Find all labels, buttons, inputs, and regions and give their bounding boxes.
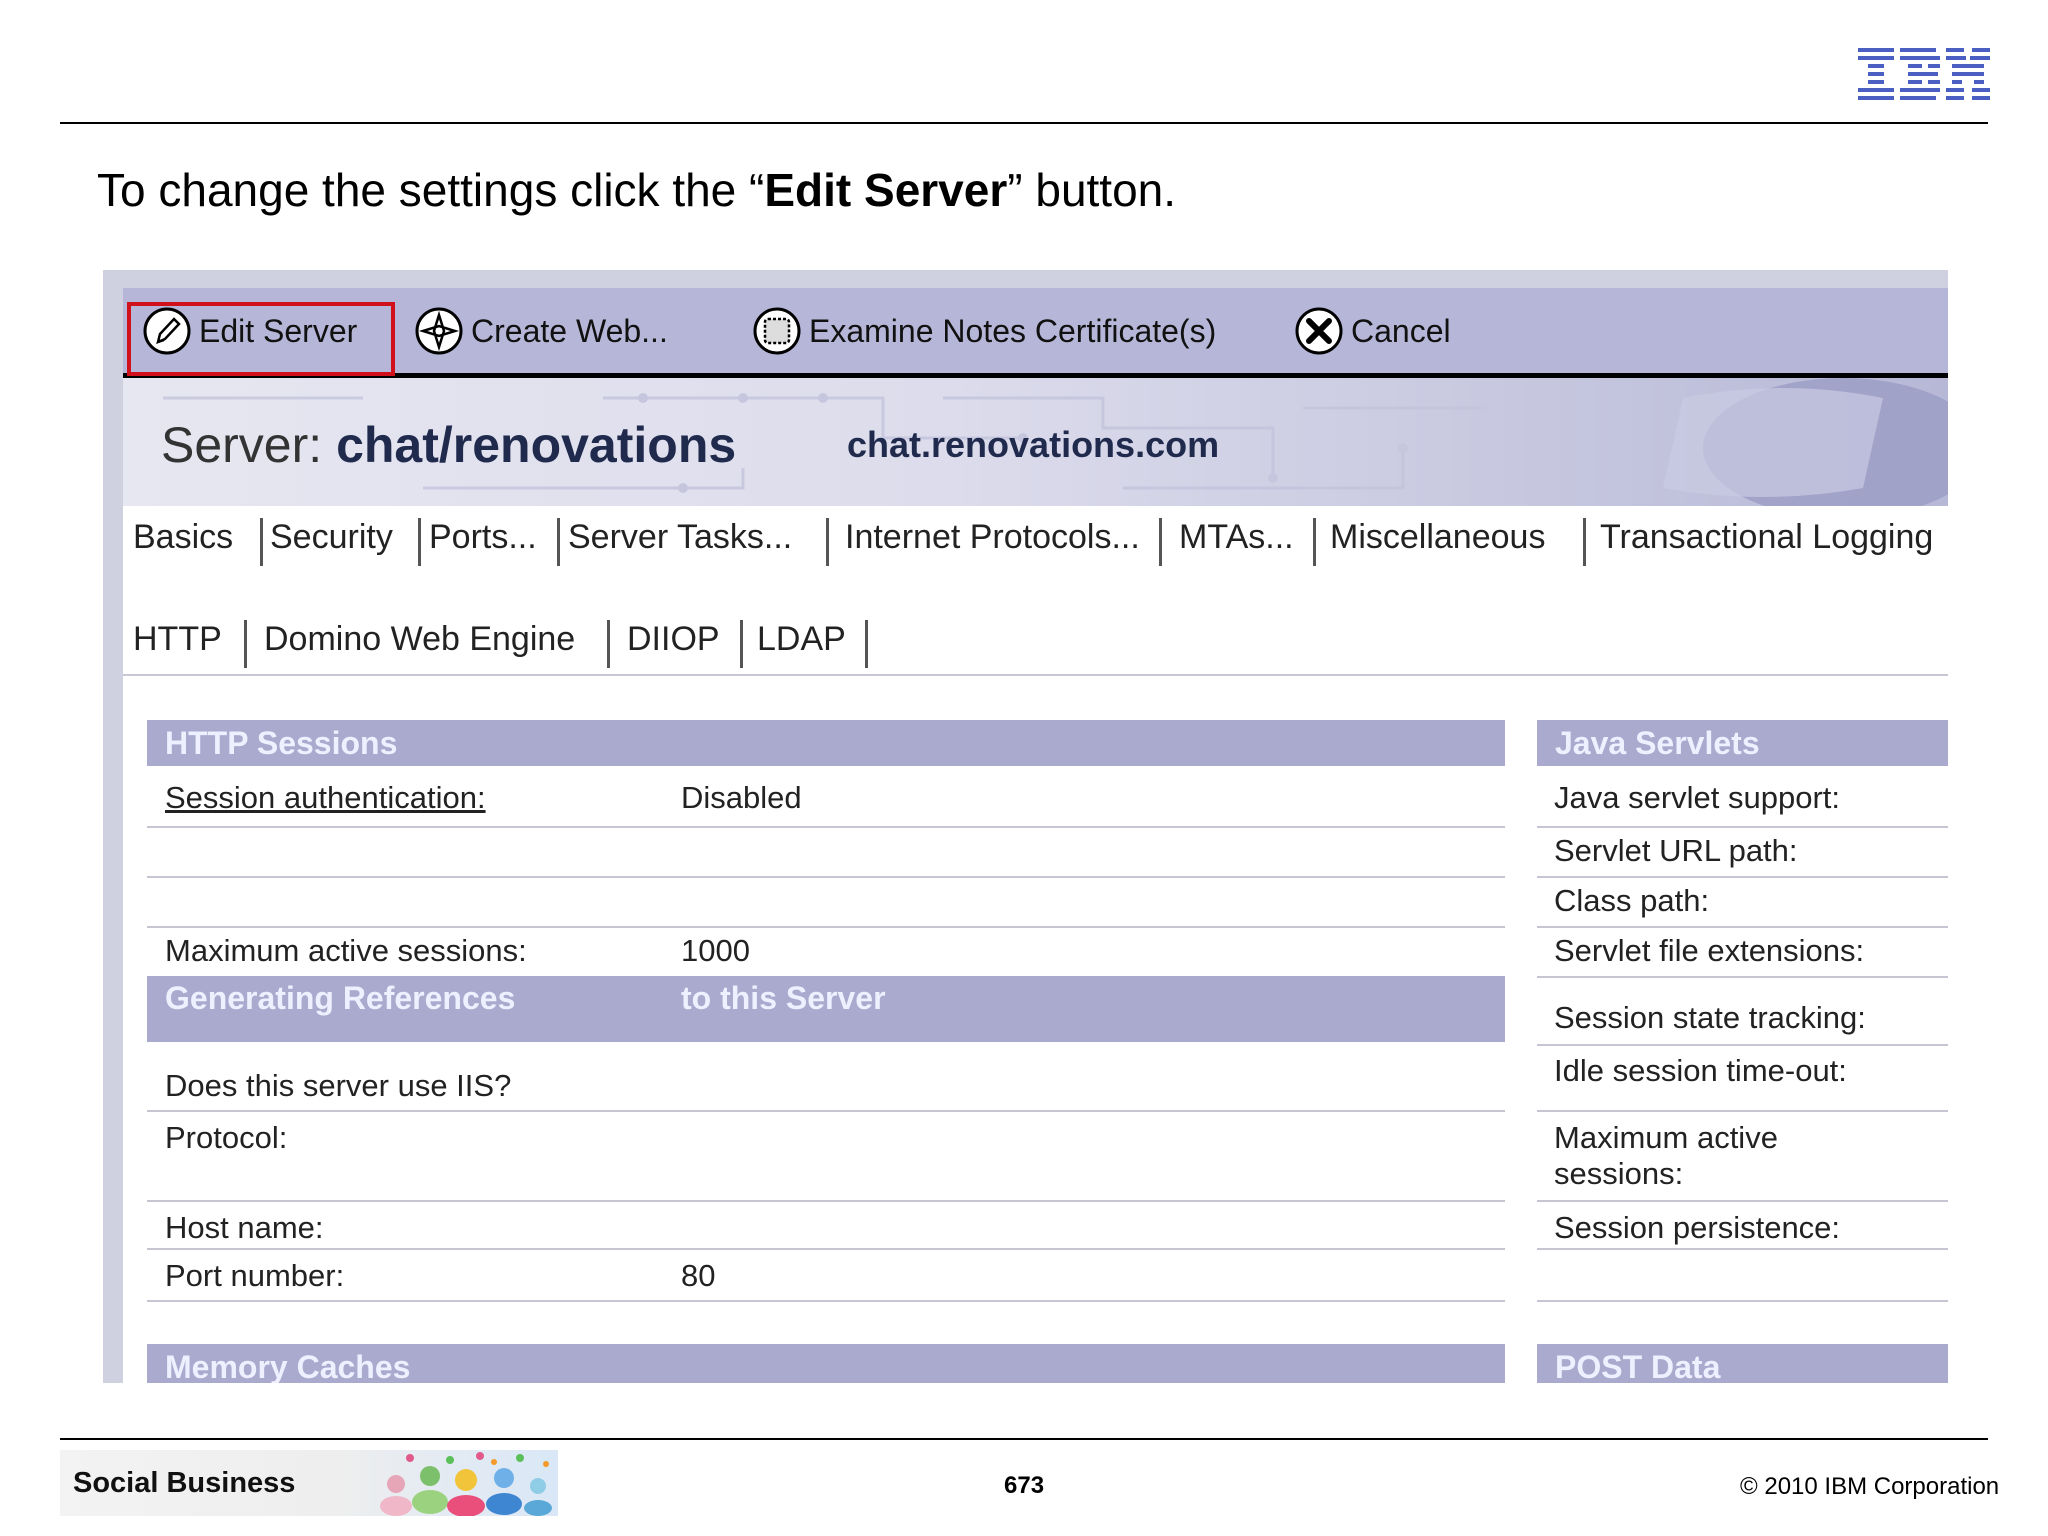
examine-certificates-button[interactable]: Examine Notes Certificate(s) [751, 300, 1216, 362]
row-divider [1537, 1044, 1948, 1046]
tab-ports[interactable]: Ports... [429, 518, 537, 557]
port-number-value: 80 [681, 1258, 716, 1293]
row-divider [147, 876, 1505, 878]
servlet-url-path-label: Servlet URL path: [1554, 833, 1798, 868]
session-auth-label[interactable]: Session authentication: [165, 780, 486, 816]
header-rule [60, 122, 1988, 124]
tab-server-tasks[interactable]: Server Tasks... [568, 518, 792, 557]
row-divider [1537, 876, 1948, 878]
max-sessions-label: Maximum active sessions: [165, 933, 527, 968]
tab-divider [418, 518, 421, 566]
tab-internet-protocols[interactable]: Internet Protocols... [845, 518, 1140, 557]
instruction-emphasis: Edit Server [764, 164, 1008, 216]
idle-timeout-label: Idle session time-out: [1554, 1053, 1847, 1088]
tab-divider [557, 518, 560, 566]
tab-divider [826, 518, 829, 566]
tab-divider [865, 620, 868, 668]
footer-rule [60, 1438, 1988, 1440]
session-auth-value: Disabled [681, 780, 802, 815]
server-document-screenshot: Edit Server Create Web... Examine Notes … [103, 270, 1948, 1383]
protocol-label: Protocol: [165, 1120, 288, 1155]
tab-security[interactable]: Security [270, 518, 393, 557]
uses-iis-label: Does this server use IIS? [165, 1068, 512, 1103]
copyright: © 2010 IBM Corporation [1740, 1473, 2000, 1500]
people-graphic [380, 1452, 552, 1516]
section-http-sessions: HTTP Sessions [147, 720, 1505, 766]
tab-transactional-logging[interactable]: Transactional Logging [1600, 518, 1933, 557]
row-divider [147, 1300, 1505, 1302]
tab-divider [1313, 518, 1316, 566]
row-divider [1537, 826, 1948, 828]
section-post-data: POST Data [1537, 1344, 1948, 1383]
row-divider [1537, 1110, 1948, 1112]
create-web-button[interactable]: Create Web... [413, 300, 668, 362]
close-icon [1295, 307, 1343, 355]
session-persistence-label: Session persistence: [1554, 1210, 1841, 1245]
tab-divider [1583, 518, 1586, 566]
port-number-label: Port number: [165, 1258, 345, 1293]
session-state-tracking-label: Session state tracking: [1554, 1000, 1866, 1035]
tab-divider [1159, 518, 1162, 566]
row-divider [147, 926, 1505, 928]
servlet-file-extensions-label: Servlet file extensions: [1554, 933, 1865, 968]
row-divider [147, 1200, 1505, 1202]
class-path-label: Class path: [1554, 883, 1710, 918]
row-divider [1537, 926, 1948, 928]
servlet-support-label: Java servlet support: [1554, 780, 1841, 815]
server-banner: Server: chat/renovations chat.renovation… [123, 378, 1948, 506]
host-name-label: Host name: [165, 1210, 324, 1245]
subtab-http[interactable]: HTTP [133, 620, 222, 659]
tab-divider [740, 620, 743, 668]
row-divider [147, 1248, 1505, 1250]
server-title: Server: chat/renovations [161, 417, 737, 473]
footer-brand: Social Business [73, 1467, 296, 1499]
page-number: 673 [1004, 1472, 1045, 1499]
subtab-domino-web-engine[interactable]: Domino Web Engine [264, 620, 576, 659]
subtab-diiop[interactable]: DIIOP [627, 620, 720, 659]
tab-mtas[interactable]: MTAs... [1179, 518, 1294, 557]
section-memory-caches: Memory Caches [147, 1344, 1505, 1383]
slide-instruction: To change the settings click the “Edit S… [97, 164, 1177, 216]
ibm-logo [1858, 48, 1990, 100]
max-sessions-value: 1000 [681, 933, 750, 968]
tab-divider [607, 620, 610, 668]
section-generating-references-subtitle: to this Server [681, 980, 886, 1016]
section-generating-references: Generating References to this Server [147, 976, 1505, 1042]
main-tab-strip: Basics Security Ports... Server Tasks...… [123, 510, 1948, 574]
subtab-ldap[interactable]: LDAP [757, 620, 846, 659]
action-toolbar: Edit Server Create Web... Examine Notes … [123, 288, 1948, 378]
servlet-max-sessions-label-line1: Maximum active [1554, 1120, 1778, 1155]
tab-divider [244, 620, 247, 668]
servlet-max-sessions-label-line2: sessions: [1554, 1156, 1684, 1191]
sub-tab-strip: HTTP Domino Web Engine DIIOP LDAP [123, 612, 1948, 676]
compass-icon [415, 307, 463, 355]
row-divider [1537, 1200, 1948, 1202]
edit-server-highlight [127, 302, 395, 376]
row-divider [1537, 1300, 1948, 1302]
cancel-button[interactable]: Cancel [1293, 300, 1451, 362]
section-generating-references-title: Generating References [165, 980, 516, 1016]
tab-miscellaneous[interactable]: Miscellaneous [1330, 518, 1545, 557]
row-divider [1537, 976, 1948, 978]
row-divider [1537, 1248, 1948, 1250]
row-divider [147, 826, 1505, 828]
tab-divider [260, 518, 263, 566]
certificate-icon [753, 307, 801, 355]
server-document: Edit Server Create Web... Examine Notes … [123, 288, 1948, 1383]
server-name: chat/renovations [336, 417, 737, 473]
server-hostname: chat.renovations.com [847, 424, 1220, 465]
tab-basics[interactable]: Basics [133, 518, 233, 557]
section-java-servlets: Java Servlets [1537, 720, 1948, 766]
row-divider [147, 1110, 1505, 1112]
